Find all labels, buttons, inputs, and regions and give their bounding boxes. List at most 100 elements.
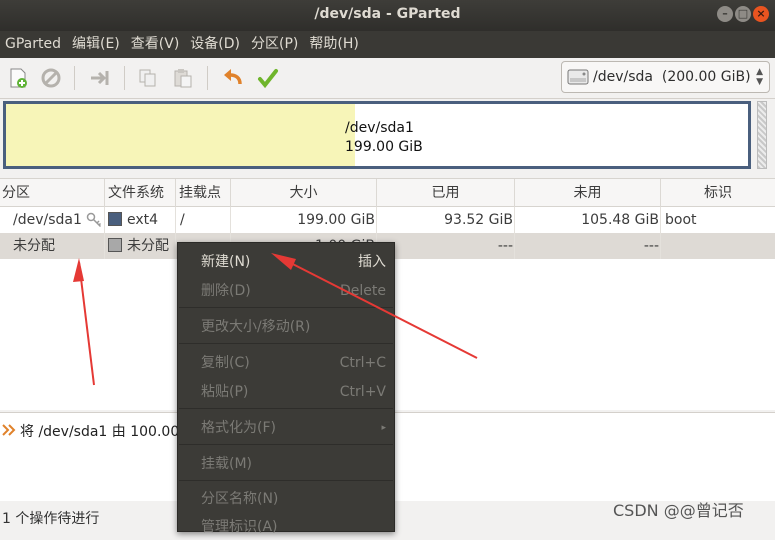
menu-item-shortcut: 插入: [358, 254, 386, 270]
new-partition-button[interactable]: [6, 66, 30, 90]
column-divider: [514, 207, 515, 259]
menu-item-label: 分区名称(N): [201, 491, 279, 507]
resize-operation-icon: [2, 424, 16, 436]
window-controls: – □ ×: [717, 6, 769, 22]
maximize-button[interactable]: □: [735, 6, 751, 22]
cell-unused: ---: [643, 238, 659, 254]
minimize-button[interactable]: –: [717, 6, 733, 22]
column-header-filesystem[interactable]: 文件系统: [105, 179, 176, 207]
cell-partition: 未分配: [13, 238, 55, 254]
menu-item-label: 粘贴(P): [201, 384, 249, 400]
menu-separator: [179, 343, 393, 344]
cell-filesystem-label: ext4: [127, 212, 159, 228]
cell-filesystem: ext4: [108, 207, 158, 233]
column-header-partition[interactable]: 分区: [0, 179, 105, 207]
disk-map-used-area: [6, 104, 355, 166]
menu-item-label: 删除(D): [201, 283, 251, 299]
menu-separator: [179, 408, 393, 409]
window-titlebar: /dev/sda - GParted – □ ×: [0, 0, 775, 31]
watermark: CSDN @@曾记否: [613, 501, 744, 520]
toolbar-separator: [124, 66, 125, 90]
cell-partition: /dev/sda1: [13, 212, 82, 228]
undo-button[interactable]: [220, 66, 244, 90]
status-text: 1 个操作待进行: [2, 511, 100, 527]
apply-button[interactable]: [256, 66, 280, 90]
menu-item-resize-move[interactable]: 更改大小/移动(R): [178, 314, 394, 340]
menu-partition[interactable]: 分区(P): [246, 31, 304, 58]
filesystem-color-swatch: [108, 212, 122, 226]
menu-device[interactable]: 设备(D): [185, 31, 246, 58]
menu-item-paste[interactable]: 粘贴(P) Ctrl+V: [178, 379, 394, 405]
toolbar-separator: [74, 66, 75, 90]
cell-used: ---: [497, 238, 513, 254]
checkmark-icon: [258, 69, 278, 89]
menu-item-shortcut: Delete: [340, 283, 386, 299]
menu-item-manage-flags[interactable]: 管理标识(A): [178, 514, 394, 540]
menu-separator: [179, 480, 393, 481]
cell-filesystem: 未分配: [108, 233, 169, 259]
table-header: 分区 文件系统 挂载点 大小 已用 未用 标识: [0, 178, 775, 207]
disk-map-unallocated-area[interactable]: [757, 101, 767, 169]
menu-gparted[interactable]: GParted: [0, 31, 67, 58]
window-title: /dev/sda - GParted: [314, 6, 461, 22]
cell-mountpoint: /: [180, 212, 185, 228]
column-divider: [104, 207, 105, 259]
disk-map-partition-name: /dev/sda1: [345, 120, 414, 136]
toolbar-separator: [207, 66, 208, 90]
menu-edit[interactable]: 编辑(E): [67, 31, 126, 58]
menu-item-delete[interactable]: 删除(D) Delete: [178, 278, 394, 304]
menu-item-mount[interactable]: 挂载(M): [178, 451, 394, 477]
menu-view[interactable]: 查看(V): [126, 31, 186, 58]
menu-separator: [179, 307, 393, 308]
menu-separator: [179, 444, 393, 445]
table-row[interactable]: /dev/sda1 ext4 / 199.00 GiB 93.52 GiB 10…: [0, 207, 775, 233]
resize-move-button[interactable]: [88, 66, 112, 90]
resize-arrow-icon: [91, 71, 109, 85]
delete-partition-button[interactable]: [39, 66, 63, 90]
menu-item-label: 挂载(M): [201, 456, 253, 472]
column-header-flags[interactable]: 标识: [661, 179, 775, 207]
paste-button[interactable]: [171, 66, 195, 90]
column-divider: [660, 207, 661, 259]
menu-item-copy[interactable]: 复制(C) Ctrl+C: [178, 350, 394, 376]
cell-filesystem-label: 未分配: [127, 238, 169, 254]
menu-item-new[interactable]: 新建(N) 插入: [178, 249, 394, 275]
device-selector[interactable]: /dev/sda (200.00 GiB) ▲ ▼: [561, 61, 770, 93]
cell-unused: 105.48 GiB: [581, 212, 659, 228]
menu-help[interactable]: 帮助(H): [304, 31, 364, 58]
disk-map[interactable]: /dev/sda1 199.00 GiB: [3, 101, 751, 169]
menu-item-label: 格式化为(F): [201, 420, 276, 436]
no-entry-icon: [41, 68, 61, 88]
hard-disk-icon: [567, 69, 589, 85]
menu-item-label: 复制(C): [201, 355, 250, 371]
menu-item-format-as[interactable]: 格式化为(F) ▸: [178, 415, 394, 441]
menu-item-label: 管理标识(A): [201, 519, 278, 535]
close-button[interactable]: ×: [753, 6, 769, 22]
submenu-arrow-icon: ▸: [381, 423, 386, 433]
undo-arrow-icon: [224, 69, 242, 85]
column-header-used[interactable]: 已用: [377, 179, 515, 207]
column-header-mountpoint[interactable]: 挂载点: [176, 179, 231, 207]
menu-item-shortcut: Ctrl+V: [339, 384, 386, 400]
column-divider: [175, 207, 176, 259]
menu-item-label: 更改大小/移动(R): [201, 319, 311, 335]
disk-map-partition-size: 199.00 GiB: [345, 139, 423, 155]
updown-chevron-icon: ▲ ▼: [756, 67, 763, 87]
device-selector-value: /dev/sda (200.00 GiB): [593, 69, 751, 85]
cell-used: 93.52 GiB: [444, 212, 513, 228]
key-icon: [86, 212, 102, 228]
menu-item-shortcut: Ctrl+C: [339, 355, 386, 371]
menubar: GParted 编辑(E) 查看(V) 设备(D) 分区(P) 帮助(H): [0, 31, 775, 58]
new-document-icon: [10, 68, 27, 88]
cell-flags: boot: [665, 212, 697, 228]
cell-size: 199.00 GiB: [297, 212, 375, 228]
column-header-size[interactable]: 大小: [231, 179, 377, 207]
copy-icon: [139, 69, 156, 87]
filesystem-color-swatch: [108, 238, 122, 252]
menu-item-name-partition[interactable]: 分区名称(N): [178, 486, 394, 512]
column-header-unused[interactable]: 未用: [515, 179, 661, 207]
menu-item-label: 新建(N): [201, 254, 251, 270]
paste-icon: [174, 69, 192, 88]
context-menu: 新建(N) 插入 删除(D) Delete 更改大小/移动(R) 复制(C) C…: [177, 242, 395, 535]
copy-button[interactable]: [136, 66, 160, 90]
